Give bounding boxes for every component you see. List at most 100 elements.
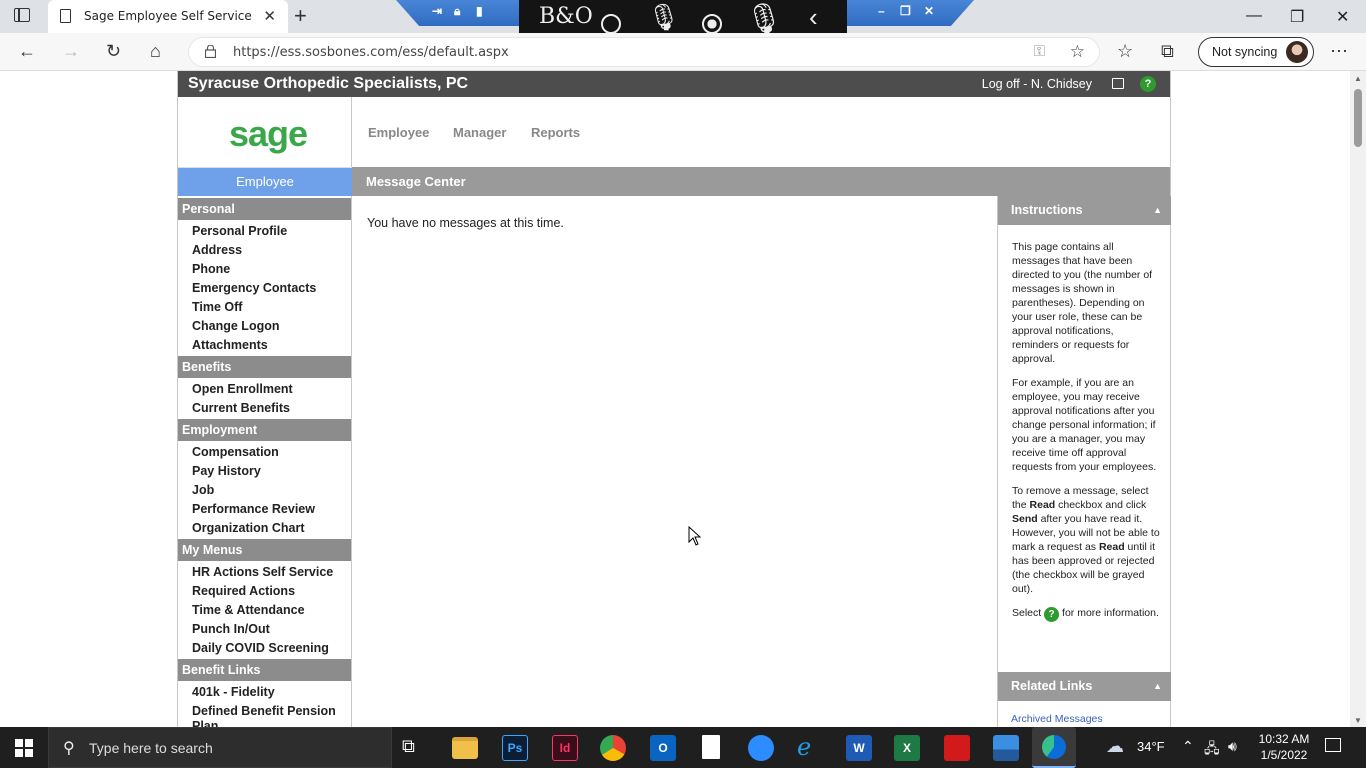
microphone-icon[interactable]: 🎙︎ (647, 2, 680, 33)
back-arrow-icon[interactable]: ← (18, 41, 36, 62)
instructions-pane: Instructions ▲ This page contains all me… (997, 196, 1171, 727)
page-scrollbar[interactable]: ▲ ▼ (1350, 71, 1366, 727)
url-field[interactable]: https://ess.sosbones.com/ess/default.asp… (188, 37, 1100, 67)
record-icon[interactable] (702, 14, 722, 34)
sidebar-item-emergency-contacts[interactable]: Emergency Contacts (192, 281, 351, 296)
tab-close-icon[interactable]: ✕ (263, 7, 276, 25)
tray-expand-icon[interactable]: ⌃ (1182, 738, 1194, 755)
notepad-icon[interactable] (702, 735, 720, 759)
help-icon[interactable]: ? (1140, 76, 1156, 92)
browser-tab[interactable]: Sage Employee Self Service ✕ (48, 0, 288, 33)
photoshop-icon[interactable]: Ps (503, 736, 527, 760)
scroll-down-icon[interactable]: ▼ (1354, 716, 1362, 725)
close-icon[interactable]: ✕ (924, 4, 934, 18)
sidebar-item-401k[interactable]: 401k - Fidelity (192, 685, 351, 700)
favorites-icon[interactable]: ☆ (1117, 41, 1133, 62)
task-view-icon[interactable]: ⧉ (402, 736, 432, 766)
sidebar-item-time-attendance[interactable]: Time & Attendance (192, 603, 351, 618)
window-minimize-icon[interactable]: — (1246, 7, 1262, 25)
excel-icon[interactable]: X (894, 735, 920, 761)
inbox-icon[interactable] (1112, 78, 1124, 89)
collapse-caret-icon[interactable]: ▲ (1153, 672, 1162, 701)
instructions-panel-header[interactable]: Instructions ▲ (998, 196, 1171, 225)
sidebar-item-performance-review[interactable]: Performance Review (192, 502, 351, 517)
acrobat-icon[interactable] (944, 735, 970, 761)
scroll-up-icon[interactable]: ▲ (1354, 74, 1362, 83)
sidebar-header-benefit-links: Benefit Links (178, 659, 351, 681)
weather-temperature[interactable]: 34°F (1137, 739, 1165, 754)
windows-start-icon[interactable] (15, 739, 33, 757)
sidebar-item-required-actions[interactable]: Required Actions (192, 584, 351, 599)
sidebar-item-organization-chart[interactable]: Organization Chart (192, 521, 351, 536)
help-icon[interactable]: ? (1044, 607, 1060, 622)
empty-messages-text: You have no messages at this time. (367, 216, 564, 230)
sidebar-item-change-logon[interactable]: Change Logon (192, 319, 351, 334)
tab-actions-icon[interactable] (14, 8, 30, 22)
notification-icon[interactable] (1325, 738, 1341, 752)
topnav-employee[interactable]: Employee (368, 125, 429, 140)
sidebar-item-pay-history[interactable]: Pay History (192, 464, 351, 479)
window-restore-icon[interactable]: ❐ (1290, 7, 1304, 27)
file-explorer-icon[interactable] (452, 737, 478, 759)
ess-app: Syracuse Orthopedic Specialists, PC Log … (177, 71, 1171, 727)
topnav-reports[interactable]: Reports (531, 125, 580, 140)
word-icon[interactable]: W (846, 735, 872, 761)
related-links-panel-header[interactable]: Related Links ▲ (998, 672, 1171, 701)
photos-icon[interactable] (993, 735, 1019, 761)
windows-taskbar: ⚲ Type here to search ⧉ Ps Id O e W X ☁ … (0, 727, 1366, 768)
zoom-icon[interactable] (748, 735, 774, 761)
topnav-manager[interactable]: Manager (453, 125, 506, 140)
forward-arrow-icon[interactable]: → (62, 41, 80, 62)
logoff-link[interactable]: Log off - N. Chidsey (982, 77, 1092, 91)
sidebar-item-attachments[interactable]: Attachments (192, 338, 351, 353)
mic-waves-icon[interactable]: 🎙︎ (745, 2, 783, 37)
chrome-icon[interactable] (600, 735, 626, 761)
archived-messages-link[interactable]: Archived Messages (1011, 713, 1103, 725)
taskbar-search[interactable]: ⚲ Type here to search (48, 727, 392, 768)
sidebar-item-job[interactable]: Job (192, 483, 351, 498)
sidebar-header-benefits: Benefits (178, 356, 351, 378)
favorite-add-icon[interactable]: ☆ (1070, 42, 1085, 62)
network-icon[interactable]: 🖧︎ (1204, 738, 1220, 762)
scrollbar-thumb[interactable] (1354, 89, 1362, 147)
active-section-tab[interactable]: Employee (178, 167, 352, 196)
pin-icon[interactable]: ⇥ (432, 4, 442, 18)
outlook-icon[interactable]: O (650, 735, 676, 761)
sidebar-header-personal: Personal (178, 198, 351, 220)
sidebar-item-covid-screening[interactable]: Daily COVID Screening (192, 641, 351, 656)
circle-icon[interactable] (601, 14, 621, 34)
mouse-cursor-icon (688, 526, 702, 546)
key-icon[interactable]: ⚿ (1034, 43, 1045, 60)
restore-icon[interactable]: ❐ (900, 4, 911, 18)
refresh-icon[interactable]: ↻ (106, 41, 121, 62)
edge-icon[interactable] (1042, 735, 1066, 759)
indesign-icon[interactable]: Id (553, 736, 577, 760)
sidebar-item-hr-actions[interactable]: HR Actions Self Service (192, 565, 351, 580)
more-menu-icon[interactable]: ⋯ (1330, 41, 1348, 62)
new-tab-button[interactable]: + (294, 3, 307, 29)
minimize-icon[interactable]: – (878, 4, 885, 18)
bo-logo: B&O (539, 4, 593, 29)
sidebar-item-time-off[interactable]: Time Off (192, 300, 351, 315)
tab-title: Sage Employee Self Service (84, 9, 252, 23)
volume-icon[interactable]: 🔊︎ (1228, 738, 1237, 755)
window-close-icon[interactable]: ✕ (1336, 7, 1349, 27)
sidebar-item-pension-plan[interactable]: Defined Benefit Pension Plan (192, 704, 351, 727)
profile-sync-button[interactable]: Not syncing (1198, 37, 1314, 67)
lock-icon[interactable]: 🔒︎ (454, 4, 460, 19)
sidebar-item-compensation[interactable]: Compensation (192, 445, 351, 460)
internet-explorer-icon[interactable]: e (797, 733, 827, 763)
sidebar-item-phone[interactable]: Phone (192, 262, 351, 277)
collections-icon[interactable]: ⧉ (1161, 41, 1174, 62)
collapse-caret-icon[interactable]: ▲ (1153, 196, 1162, 225)
sidebar-item-punch-in-out[interactable]: Punch In/Out (192, 622, 351, 637)
sidebar-item-current-benefits[interactable]: Current Benefits (192, 401, 351, 416)
back-chevron-icon[interactable]: ‹ (809, 2, 818, 33)
sidebar-item-address[interactable]: Address (192, 243, 351, 258)
sidebar-item-personal-profile[interactable]: Personal Profile (192, 224, 351, 239)
home-icon[interactable]: ⌂ (150, 41, 161, 62)
sync-label: Not syncing (1212, 45, 1278, 59)
system-clock[interactable]: 10:32 AM 1/5/2022 (1254, 731, 1314, 763)
sidebar-item-open-enrollment[interactable]: Open Enrollment (192, 382, 351, 397)
weather-cloud-icon[interactable]: ☁ (1106, 736, 1124, 757)
